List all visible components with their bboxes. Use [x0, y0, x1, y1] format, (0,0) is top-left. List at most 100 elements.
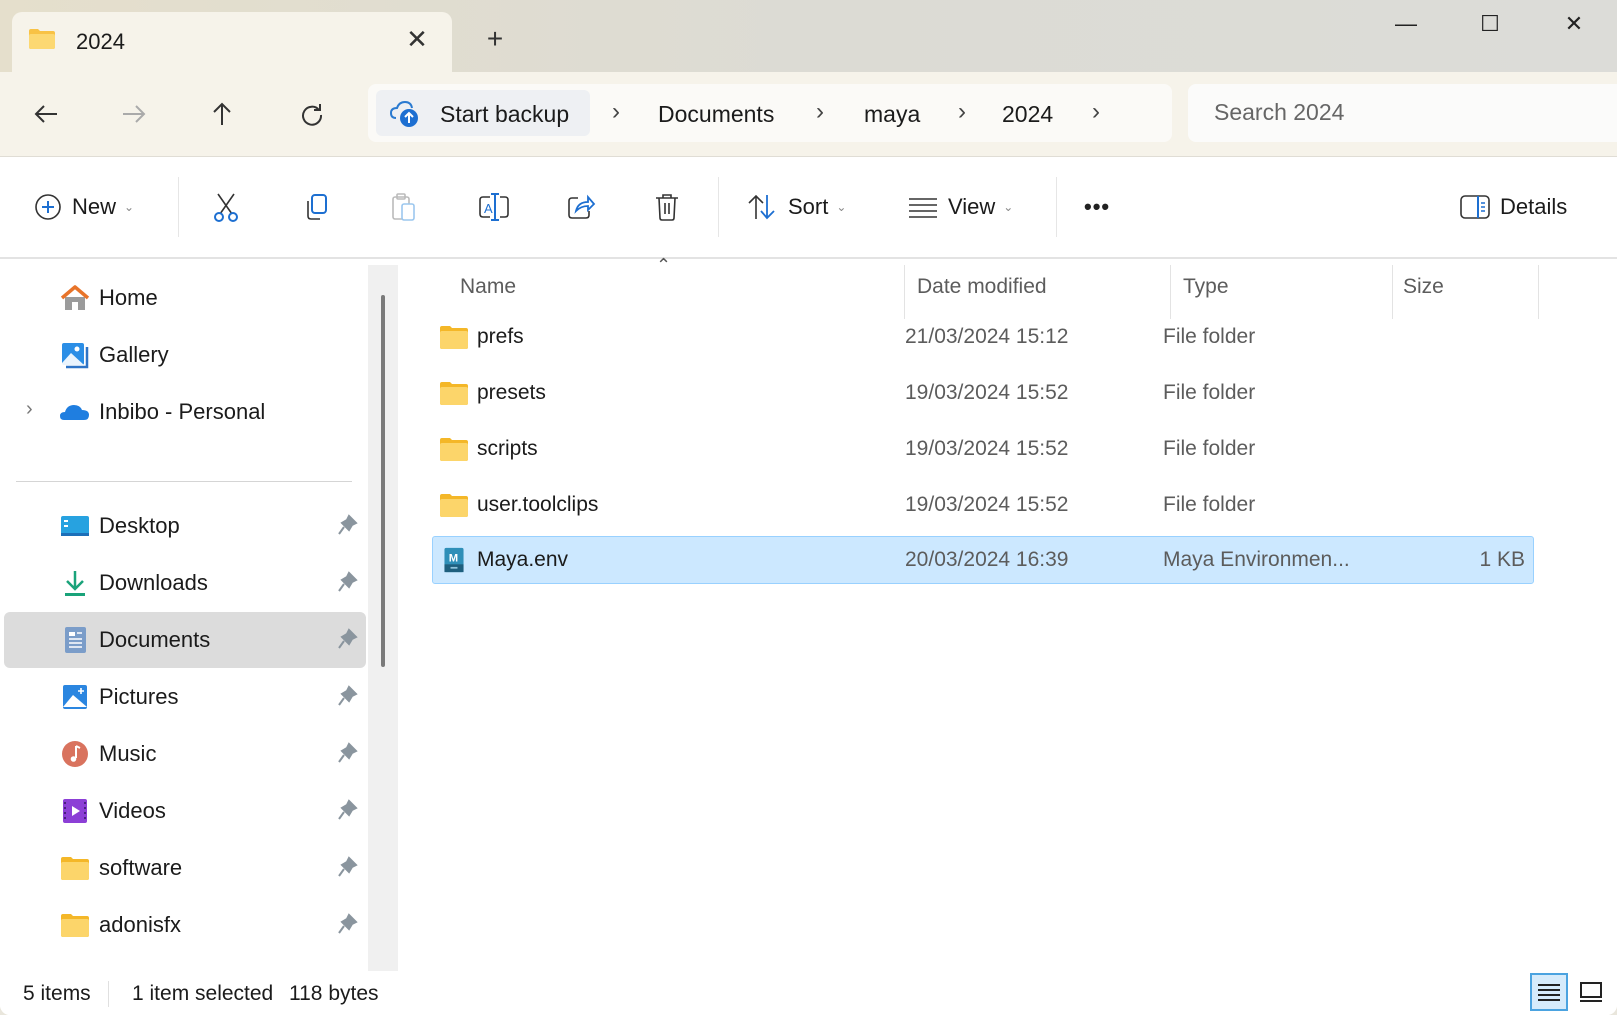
file-row-presets[interactable]: presets 19/03/2024 15:52 File folder — [432, 369, 1534, 417]
chevron-down-icon: ⌄ — [124, 200, 135, 214]
pin-icon[interactable] — [338, 571, 358, 593]
paste-icon — [392, 193, 415, 221]
sidebar-scrollbar-thumb[interactable] — [381, 295, 385, 667]
address-bar[interactable]: Start backup › Documents › maya › 2024 › — [368, 84, 1172, 142]
tab-title: 2024 — [76, 29, 125, 54]
file-row-user-toolclips[interactable]: user.toolclips 19/03/2024 15:52 File fol… — [432, 481, 1534, 529]
column-divider[interactable] — [1170, 265, 1171, 319]
onedrive-cloud-icon — [60, 405, 89, 420]
breadcrumb-documents[interactable]: Documents — [658, 101, 774, 128]
home-icon — [60, 285, 90, 310]
more-options-button[interactable]: ••• — [1084, 187, 1110, 227]
column-divider[interactable] — [1538, 265, 1539, 319]
pin-icon[interactable] — [338, 628, 358, 650]
chevron-down-icon: ⌄ — [1003, 200, 1014, 214]
forward-button[interactable] — [112, 94, 156, 134]
sidebar-item-home[interactable]: Home — [4, 270, 366, 326]
sidebar-label: Inbibo - Personal — [99, 399, 266, 424]
file-name: scripts — [477, 437, 538, 460]
sidebar-label: Pictures — [99, 684, 179, 709]
details-pane-button[interactable]: Details — [1460, 187, 1567, 227]
rename-button[interactable]: A — [478, 187, 510, 227]
breadcrumb-chevron-icon[interactable]: › — [612, 98, 620, 126]
breadcrumb-maya[interactable]: maya — [864, 101, 920, 128]
search-input[interactable] — [1212, 98, 1596, 127]
sidebar-label: Music — [99, 741, 157, 766]
share-button[interactable] — [566, 187, 596, 227]
paste-button[interactable] — [390, 187, 418, 227]
search-box[interactable] — [1188, 84, 1617, 142]
selection-count: 1 item selected — [132, 982, 274, 1005]
sidebar-item-downloads[interactable]: Downloads — [4, 555, 366, 611]
folder-icon — [440, 494, 468, 517]
view-button[interactable]: View ⌄ — [908, 187, 1013, 227]
sort-icon — [748, 194, 775, 220]
refresh-button[interactable] — [290, 94, 334, 134]
cut-button[interactable] — [212, 187, 240, 227]
breadcrumb-chevron-icon[interactable]: › — [958, 98, 966, 126]
file-row-prefs[interactable]: prefs 21/03/2024 15:12 File folder — [432, 313, 1534, 361]
desktop-icon — [61, 516, 89, 536]
new-button[interactable]: New ⌄ — [34, 187, 134, 227]
divider — [1056, 177, 1057, 237]
column-header-date-modified[interactable]: Date modified — [917, 275, 1047, 299]
documents-icon — [65, 627, 86, 653]
breadcrumb-chevron-icon[interactable]: › — [816, 98, 824, 126]
column-divider[interactable] — [904, 265, 905, 319]
sidebar-divider — [16, 481, 352, 482]
pin-icon[interactable] — [338, 799, 358, 821]
up-button[interactable] — [200, 94, 244, 134]
title-bar: 2024 ✕ + — ☐ ✕ — [0, 0, 1617, 72]
file-row-maya-env[interactable]: M Maya.env 20/03/2024 16:39 Maya Environ… — [432, 536, 1534, 584]
details-view-toggle[interactable] — [1530, 973, 1568, 1011]
close-window-button[interactable]: ✕ — [1544, 6, 1604, 42]
folder-icon — [29, 29, 55, 49]
minimize-button[interactable]: — — [1376, 6, 1436, 42]
sidebar-item-adonisfx[interactable]: adonisfx — [4, 897, 366, 953]
gallery-icon — [62, 343, 89, 369]
sidebar-item-gallery[interactable]: Gallery — [4, 327, 366, 383]
delete-button[interactable] — [654, 187, 680, 227]
file-type: Maya Environmen... — [1163, 548, 1350, 571]
large-icons-view-icon — [1580, 982, 1602, 1002]
sidebar-item-software[interactable]: software — [4, 840, 366, 896]
file-row-scripts[interactable]: scripts 19/03/2024 15:52 File folder — [432, 425, 1534, 473]
sidebar-item-onedrive[interactable]: › Inbibo - Personal — [4, 384, 366, 440]
file-date: 19/03/2024 15:52 — [905, 493, 1069, 516]
close-tab-button[interactable]: ✕ — [402, 24, 432, 54]
start-backup-button[interactable]: Start backup — [376, 90, 590, 136]
breadcrumb-2024[interactable]: 2024 — [1002, 101, 1053, 128]
pin-icon[interactable] — [338, 856, 358, 878]
sidebar-item-documents[interactable]: Documents — [4, 612, 366, 668]
pin-icon[interactable] — [338, 514, 358, 536]
sidebar-item-videos[interactable]: Videos — [4, 783, 366, 839]
column-divider[interactable] — [1392, 265, 1393, 319]
expand-chevron-icon[interactable]: › — [26, 398, 33, 421]
column-header-size[interactable]: Size — [1403, 275, 1444, 299]
back-button[interactable] — [24, 94, 68, 134]
view-list-icon — [909, 198, 937, 218]
new-tab-button[interactable]: + — [480, 24, 510, 54]
svg-text:A: A — [484, 201, 493, 216]
pin-icon[interactable] — [338, 685, 358, 707]
sort-button[interactable]: Sort ⌄ — [746, 187, 846, 227]
details-pane-icon — [1460, 195, 1490, 219]
refresh-icon — [302, 104, 323, 126]
sidebar-item-music[interactable]: Music — [4, 726, 366, 782]
breadcrumb-chevron-icon[interactable]: › — [1092, 98, 1100, 126]
file-type: File folder — [1163, 381, 1256, 404]
pin-icon[interactable] — [338, 742, 358, 764]
tab-2024[interactable]: 2024 ✕ — [12, 12, 452, 72]
pin-icon[interactable] — [338, 913, 358, 935]
column-header-type[interactable]: Type — [1183, 275, 1229, 299]
file-type: File folder — [1163, 493, 1256, 516]
maximize-button[interactable]: ☐ — [1460, 6, 1520, 42]
sidebar-item-pictures[interactable]: Pictures — [4, 669, 366, 725]
sidebar-item-desktop[interactable]: Desktop — [4, 498, 366, 554]
file-list: ⌃ Name Date modified Type Size prefs 21/… — [398, 255, 1617, 973]
sidebar-label: software — [99, 855, 183, 880]
tiles-view-toggle[interactable] — [1572, 973, 1610, 1011]
column-header-name[interactable]: Name — [460, 275, 516, 299]
forward-arrow-icon — [123, 105, 146, 123]
copy-button[interactable] — [302, 187, 330, 227]
